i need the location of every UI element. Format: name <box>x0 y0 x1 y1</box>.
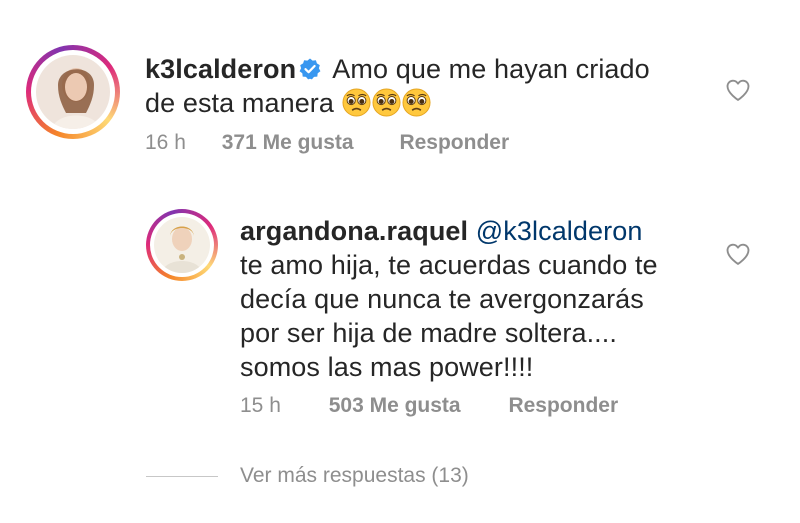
reply-mention-link[interactable]: @k3lcalderon <box>476 216 643 246</box>
pleading-face-icon <box>402 88 431 117</box>
reply-text-line: te amo hija, te acuerdas cuando te <box>240 250 658 280</box>
view-more-replies-button[interactable]: Ver más respuestas (13) <box>240 464 469 488</box>
reply-text-line: somos las mas power!!!! <box>240 352 534 382</box>
pleading-face-icon <box>342 88 371 117</box>
reply-avatar[interactable] <box>146 209 218 281</box>
verified-badge-icon <box>299 58 321 80</box>
comment-meta: 16 h 371 Me gusta Responder <box>145 131 509 155</box>
comment-likes[interactable]: 371 Me gusta <box>222 131 354 154</box>
like-heart-icon[interactable] <box>724 76 752 104</box>
emoji-group <box>342 88 432 118</box>
comment-username[interactable]: k3lcalderon <box>145 54 296 84</box>
profile-photo-icon <box>154 217 210 273</box>
comment-text-line1: Amo que me hayan criado <box>332 54 650 84</box>
reply-username[interactable]: argandona.raquel <box>240 216 468 246</box>
profile-photo-icon <box>36 55 110 129</box>
reply-likes[interactable]: 503 Me gusta <box>329 394 461 417</box>
reply-text-line: decía que nunca te avergonzarás <box>240 284 644 314</box>
reply-text-line: por ser hija de madre soltera.... <box>240 318 617 348</box>
reply-reply-button[interactable]: Responder <box>508 394 618 417</box>
like-heart-icon[interactable] <box>724 240 752 268</box>
replies-divider <box>146 476 218 477</box>
comment-avatar[interactable] <box>26 45 120 139</box>
reply-meta: 15 h 503 Me gusta Responder <box>240 394 618 418</box>
comment-text-line2: de esta manera <box>145 88 335 118</box>
comment-body: k3lcalderon Amo que me hayan criado de e… <box>145 52 705 120</box>
comment-time[interactable]: 16 h <box>145 131 186 154</box>
reply-body: argandona.raquel @k3lcalderon te amo hij… <box>240 214 710 384</box>
pleading-face-icon <box>372 88 401 117</box>
reply-time[interactable]: 15 h <box>240 394 281 417</box>
comment-reply-button[interactable]: Responder <box>399 131 509 154</box>
